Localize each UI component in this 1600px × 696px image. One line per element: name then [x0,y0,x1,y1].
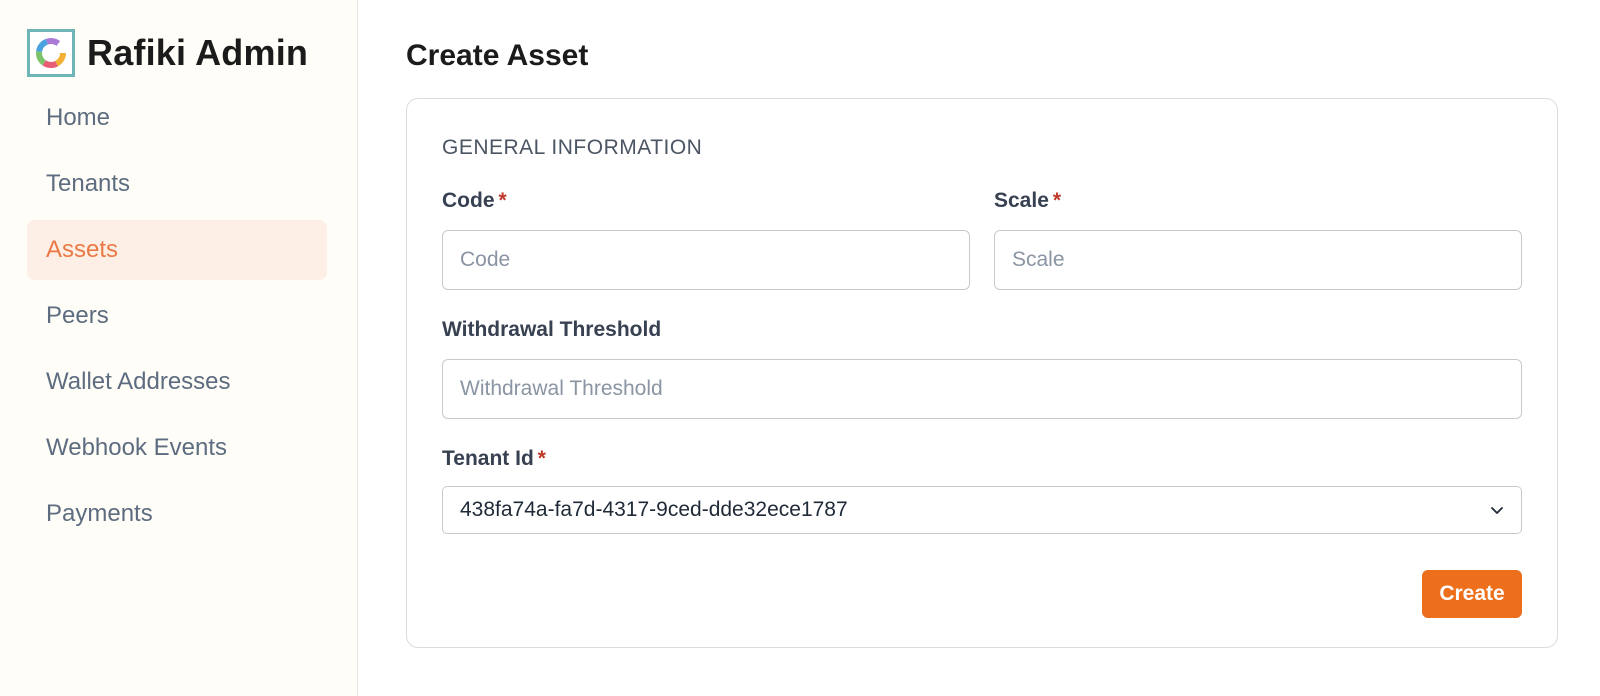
create-asset-form: GENERAL INFORMATION Code* Scale* [406,98,1558,648]
rafiki-logo-icon [27,29,75,77]
sidebar-item-webhook-events[interactable]: Webhook Events [27,418,327,478]
code-field-group: Code * [442,188,970,290]
sidebar-item-tenants[interactable]: Tenants [27,154,327,214]
sidebar-item-wallet-addresses[interactable]: Wallet Addresses [27,352,327,412]
code-label-text: Code [442,189,495,212]
sidebar-item-peers[interactable]: Peers [27,286,327,346]
brand[interactable]: Rafiki Admin [0,28,357,78]
page-title: Create Asset [406,39,589,72]
section-title: GENERAL INFORMATION [442,136,703,159]
app-title: Rafiki Admin [87,32,309,73]
scale-label-text: Scale [994,189,1049,212]
required-marker: * [537,447,546,470]
app-root: Rafiki Admin Home Tenants Assets Peers W… [0,0,1600,696]
sidebar-item-assets[interactable]: Assets [27,220,327,280]
tenant-id-label: Tenant Id * [442,446,1522,472]
main-content: Create Asset GENERAL INFORMATION Code* S… [358,0,1600,696]
withdrawal-threshold-input[interactable] [442,359,1522,419]
tenant-id-selected-value: 438fa74a-fa7d-4317-9ced-dde32ece1787 [460,498,848,521]
create-button[interactable]: Create [1422,570,1522,618]
form-actions: Create [442,570,1522,618]
tenant-id-field-group: Tenant Id * 438fa74a-fa7d-4317-9ced-dde32… [442,446,1522,534]
tenant-row: Tenant Id * 438fa74a-fa7d-4317-9ced-dde32… [442,446,1522,534]
withdrawal-row: Withdrawal Threshold [442,317,1522,419]
scale-field-group: Scale * [994,188,1522,290]
chevron-down-icon [1489,502,1505,518]
scale-input[interactable] [994,230,1522,290]
sidebar-item-payments[interactable]: Payments [27,484,327,544]
code-scale-row: Code* Scale* [442,188,1522,290]
tenant-id-label-text: Tenant Id [442,447,534,470]
required-marker: * [498,189,507,212]
tenant-id-select[interactable]: 438fa74a-fa7d-4317-9ced-dde32ece1787 [442,486,1522,534]
code-label: Code * [442,188,970,214]
code-input[interactable] [442,230,970,290]
sidebar-nav: Home Tenants Assets Peers Wallet Address… [0,88,357,544]
scale-label: Scale * [994,188,1522,214]
withdrawal-threshold-field-group: Withdrawal Threshold [442,317,1522,419]
required-marker: * [1052,189,1062,212]
sidebar-item-home[interactable]: Home [27,88,327,148]
withdrawal-threshold-label: Withdrawal Threshold [442,318,662,341]
sidebar: Rafiki Admin Home Tenants Assets Peers W… [0,0,358,696]
